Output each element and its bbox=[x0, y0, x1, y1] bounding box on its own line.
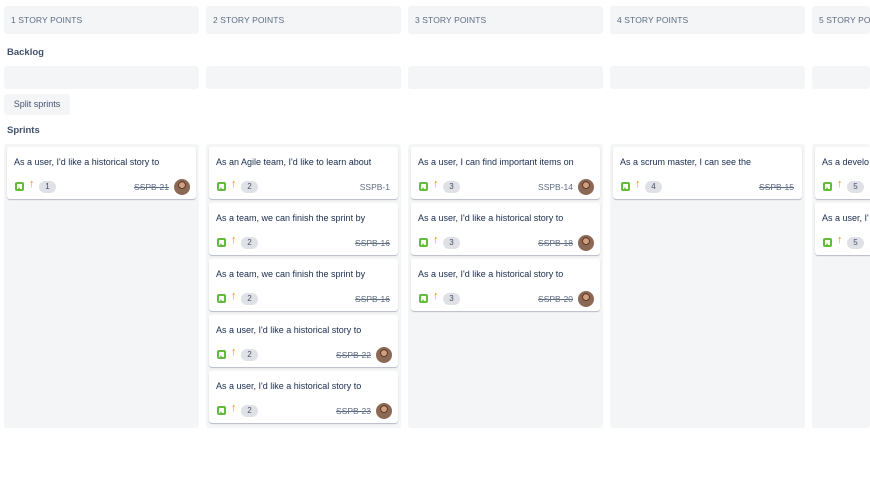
avatar[interactable] bbox=[578, 179, 594, 195]
column-header-5-points[interactable]: 5 STORY POIN bbox=[812, 6, 870, 34]
issue-key[interactable]: SSPB-15 bbox=[759, 182, 794, 192]
issue-card[interactable]: As a scrum master, I can see the ↑ 4 SSP… bbox=[613, 147, 802, 199]
issue-key[interactable]: SSPB-18 bbox=[538, 238, 573, 248]
issue-card[interactable]: As a team, we can finish the sprint by ↑… bbox=[209, 203, 398, 255]
story-points-badge: 4 bbox=[645, 181, 662, 193]
card-summary: As an Agile team, I'd like to learn abou… bbox=[216, 157, 372, 167]
story-icon bbox=[15, 182, 24, 191]
column-header-1-point[interactable]: 1 STORY POINTS bbox=[4, 6, 199, 34]
issue-card[interactable]: As a user, I'd like a historical story t… bbox=[7, 147, 196, 199]
sprint-column-1[interactable]: As a user, I'd like a historical story t… bbox=[4, 144, 199, 428]
card-summary: As a user, I'd like a historical story t… bbox=[418, 269, 564, 279]
issue-key[interactable]: SSPB-23 bbox=[336, 406, 371, 416]
story-points-badge: 5 bbox=[847, 237, 864, 249]
issue-card[interactable]: As an Agile team, I'd like to learn abou… bbox=[209, 147, 398, 199]
avatar[interactable] bbox=[174, 179, 190, 195]
story-icon bbox=[419, 238, 428, 247]
arrow-up-priority-icon: ↑ bbox=[837, 234, 843, 246]
issue-card[interactable]: As a develo ↑ 5 bbox=[815, 147, 870, 199]
sprint-column-4[interactable]: As a scrum master, I can see the ↑ 4 SSP… bbox=[610, 144, 805, 428]
story-icon bbox=[419, 294, 428, 303]
arrow-up-priority-icon: ↑ bbox=[231, 346, 237, 358]
card-summary: As a team, we can finish the sprint by bbox=[216, 269, 366, 279]
arrow-up-priority-icon: ↑ bbox=[231, 402, 237, 414]
issue-card[interactable]: As a user, I' ↑ 5 bbox=[815, 203, 870, 255]
avatar[interactable] bbox=[578, 291, 594, 307]
arrow-up-priority-icon: ↑ bbox=[231, 178, 237, 190]
arrow-up-priority-icon: ↑ bbox=[231, 290, 237, 302]
issue-key[interactable]: SSPB-16 bbox=[355, 294, 390, 304]
story-points-badge: 2 bbox=[241, 181, 258, 193]
arrow-up-priority-icon: ↑ bbox=[29, 178, 35, 190]
issue-card[interactable]: As a user, I'd like a historical story t… bbox=[209, 315, 398, 367]
story-points-badge: 3 bbox=[443, 181, 460, 193]
avatar[interactable] bbox=[376, 347, 392, 363]
sprint-column-5[interactable]: As a develo ↑ 5 As a user, I' ↑ 5 bbox=[812, 144, 870, 428]
backlog-dropzone-3[interactable] bbox=[408, 66, 603, 89]
column-header-3-points[interactable]: 3 STORY POINTS bbox=[408, 6, 603, 34]
card-summary: As a user, I can find important items on bbox=[418, 157, 574, 167]
arrow-up-priority-icon: ↑ bbox=[231, 234, 237, 246]
issue-key[interactable]: SSPB-22 bbox=[336, 350, 371, 360]
story-icon bbox=[217, 182, 226, 191]
arrow-up-priority-icon: ↑ bbox=[837, 178, 843, 190]
story-points-badge: 2 bbox=[241, 405, 258, 417]
card-summary: As a user, I'd like a historical story t… bbox=[216, 325, 362, 335]
story-icon bbox=[621, 182, 630, 191]
issue-card[interactable]: As a user, I'd like a historical story t… bbox=[411, 203, 600, 255]
backlog-dropzone-1[interactable] bbox=[4, 66, 199, 89]
sprints-label: Sprints bbox=[7, 125, 40, 136]
issue-card[interactable]: As a user, I'd like a historical story t… bbox=[411, 259, 600, 311]
card-summary: As a team, we can finish the sprint by bbox=[216, 213, 366, 223]
story-points-badge: 2 bbox=[241, 293, 258, 305]
issue-card[interactable]: As a team, we can finish the sprint by ↑… bbox=[209, 259, 398, 311]
backlog-label: Backlog bbox=[7, 47, 44, 58]
story-icon bbox=[217, 238, 226, 247]
story-icon bbox=[823, 182, 832, 191]
sprint-column-3[interactable]: As a user, I can find important items on… bbox=[408, 144, 603, 428]
card-summary: As a user, I' bbox=[822, 213, 869, 223]
avatar[interactable] bbox=[578, 235, 594, 251]
issue-key[interactable]: SSPB-20 bbox=[538, 294, 573, 304]
story-points-badge: 3 bbox=[443, 237, 460, 249]
story-icon bbox=[217, 406, 226, 415]
story-icon bbox=[217, 350, 226, 359]
backlog-dropzone-5[interactable] bbox=[812, 66, 870, 89]
story-icon bbox=[823, 238, 832, 247]
avatar[interactable] bbox=[376, 403, 392, 419]
sprint-column-2[interactable]: As an Agile team, I'd like to learn abou… bbox=[206, 144, 401, 428]
story-points-badge: 2 bbox=[241, 237, 258, 249]
arrow-up-priority-icon: ↑ bbox=[433, 234, 439, 246]
issue-card[interactable]: As a user, I can find important items on… bbox=[411, 147, 600, 199]
split-sprints-button[interactable]: Split sprints bbox=[4, 94, 70, 115]
issue-card[interactable]: As a user, I'd like a historical story t… bbox=[209, 371, 398, 423]
card-summary: As a user, I'd like a historical story t… bbox=[14, 157, 160, 167]
arrow-up-priority-icon: ↑ bbox=[433, 290, 439, 302]
card-summary: As a user, I'd like a historical story t… bbox=[216, 381, 362, 391]
card-summary: As a user, I'd like a historical story t… bbox=[418, 213, 564, 223]
story-points-badge: 1 bbox=[39, 181, 56, 193]
card-summary: As a scrum master, I can see the bbox=[620, 157, 752, 167]
story-points-badge: 2 bbox=[241, 349, 258, 361]
issue-key[interactable]: SSPB-16 bbox=[355, 238, 390, 248]
board: 1 STORY POINTS 2 STORY POINTS 3 STORY PO… bbox=[0, 0, 870, 495]
backlog-dropzone-2[interactable] bbox=[206, 66, 401, 89]
issue-key[interactable]: SSPB-21 bbox=[134, 182, 169, 192]
backlog-dropzone-4[interactable] bbox=[610, 66, 805, 89]
story-icon bbox=[419, 182, 428, 191]
card-summary: As a develo bbox=[822, 157, 870, 167]
arrow-up-priority-icon: ↑ bbox=[635, 178, 641, 190]
column-header-4-points[interactable]: 4 STORY POINTS bbox=[610, 6, 805, 34]
story-points-badge: 5 bbox=[847, 181, 864, 193]
issue-key[interactable]: SSPB-1 bbox=[360, 182, 390, 192]
story-icon bbox=[217, 294, 226, 303]
story-points-badge: 3 bbox=[443, 293, 460, 305]
column-header-2-points[interactable]: 2 STORY POINTS bbox=[206, 6, 401, 34]
arrow-up-priority-icon: ↑ bbox=[433, 178, 439, 190]
issue-key[interactable]: SSPB-14 bbox=[538, 182, 573, 192]
